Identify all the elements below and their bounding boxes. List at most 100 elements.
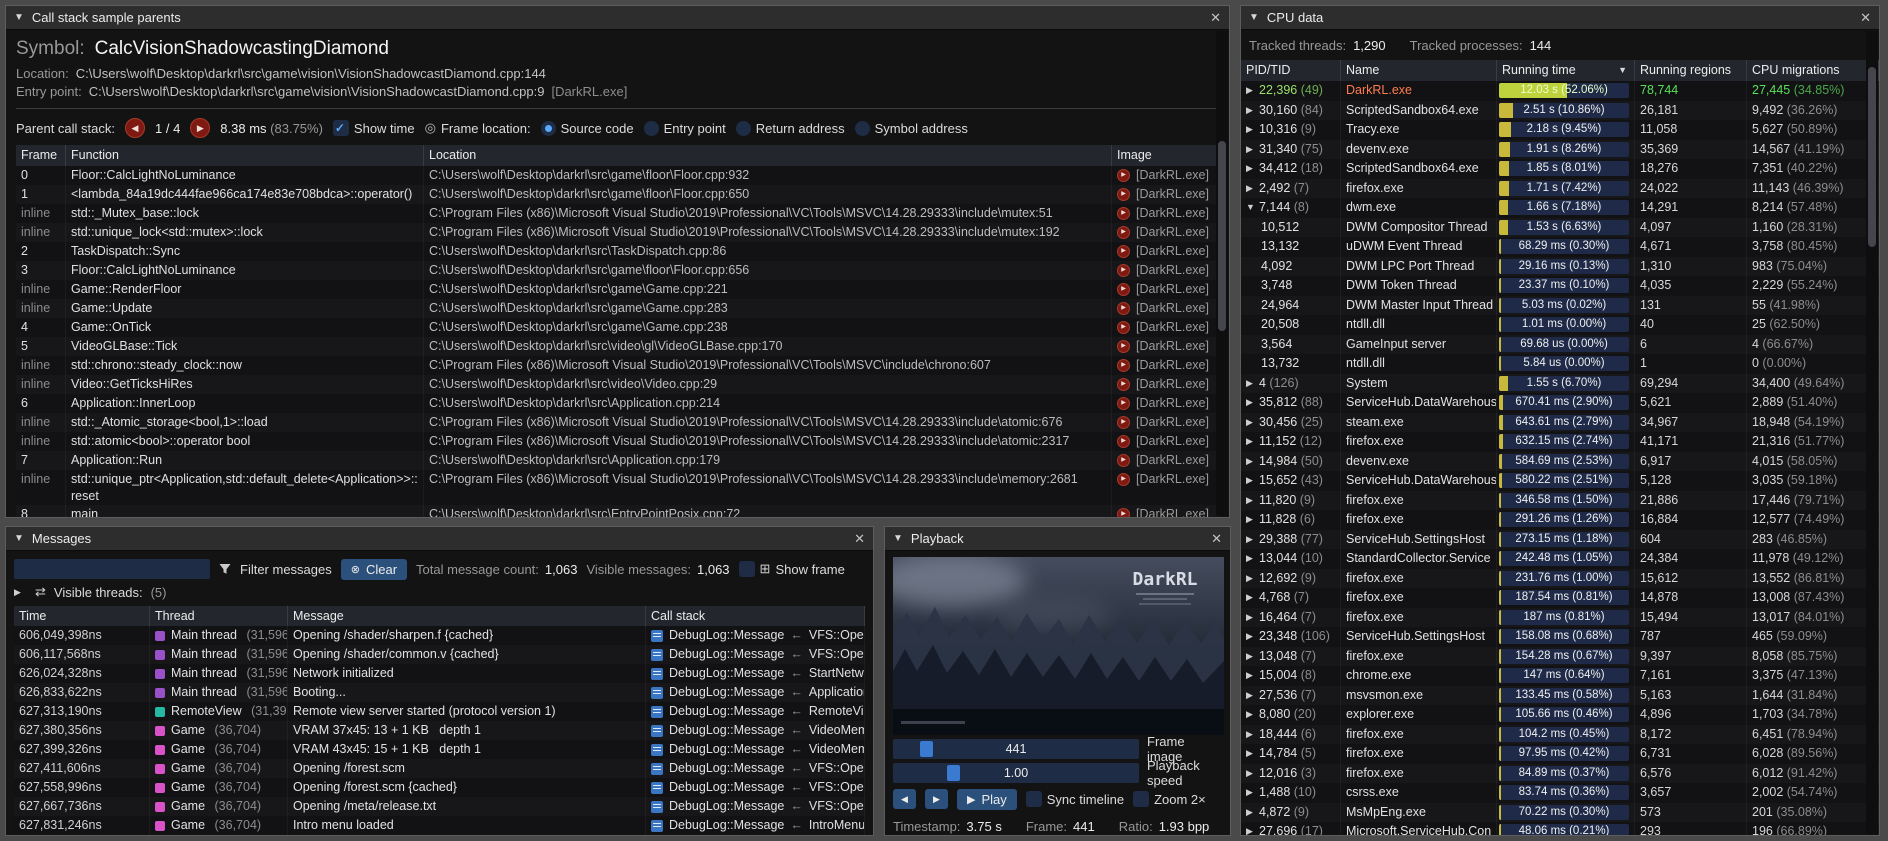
callstack-frame-row[interactable]: 7Application::RunC:\Users\wolf\Desktop\d… [16, 451, 1219, 470]
cpu-titlebar[interactable]: ▼ CPU data ✕ [1241, 6, 1879, 30]
playback-speed-slider[interactable]: 1.00 [893, 763, 1139, 783]
goto-frame-button[interactable]: ▶ [1117, 169, 1130, 182]
expand-arrow-icon[interactable]: ▶ [1246, 81, 1259, 101]
col-running-time[interactable]: Running time ▼ [1497, 60, 1635, 81]
col-running-regions[interactable]: Running regions [1635, 60, 1747, 81]
cpu-row[interactable]: ▶10,316 (9)Tracy.exe2.18 s (9.45%)11,058… [1241, 120, 1879, 140]
goto-frame-button[interactable]: ▶ [1117, 302, 1130, 315]
playback-titlebar[interactable]: ▼ Playback ✕ [885, 527, 1230, 551]
message-callstack[interactable]: DebugLog::Message←RemoteVie [646, 702, 865, 721]
expand-arrow-icon[interactable]: ▶ [1246, 374, 1259, 394]
expand-arrow-icon[interactable]: ▶ [1246, 608, 1259, 628]
cpu-row[interactable]: ▶12,016 (3)firefox.exe84.89 ms (0.37%)6,… [1241, 764, 1879, 784]
goto-frame-button[interactable]: ▶ [1117, 397, 1130, 410]
message-row[interactable]: 627,558,996nsGame (36,704)Opening /fores… [14, 778, 865, 797]
goto-frame-button[interactable]: ▶ [1117, 454, 1130, 467]
callstack-frame-row[interactable]: inlinestd::_Atomic_storage<bool,1>::load… [16, 413, 1219, 432]
goto-frame-button[interactable]: ▶ [1117, 508, 1130, 517]
callstack-frame-row[interactable]: 6Application::InnerLoopC:\Users\wolf\Des… [16, 394, 1219, 413]
message-callstack[interactable]: DebugLog::Message←VFS::Open [646, 759, 865, 778]
callstack-frame-row[interactable]: 8mainC:\Users\wolf\Desktop\darkrl\src\En… [16, 505, 1219, 517]
expand-arrow-icon[interactable]: ▶ [1246, 510, 1259, 530]
callstack-frame-row[interactable]: 5VideoGLBase::TickC:\Users\wolf\Desktop\… [16, 337, 1219, 356]
callstack-icon[interactable] [651, 725, 663, 737]
expand-arrow-icon[interactable]: ▶ [1246, 588, 1259, 608]
goto-frame-button[interactable]: ▶ [1117, 473, 1130, 486]
callstack-frame-row[interactable]: inlineGame::RenderFloorC:\Users\wolf\Des… [16, 280, 1219, 299]
radio-symbol-address-dot[interactable] [855, 121, 870, 136]
expand-arrow-icon[interactable]: ▶ [1246, 120, 1259, 140]
expand-arrow-icon[interactable]: ▶ [1246, 471, 1259, 491]
callstack-icon[interactable] [651, 801, 663, 813]
radio-return-address[interactable]: Return address [736, 121, 845, 136]
step-forward-button[interactable]: ▶ [925, 789, 948, 809]
cpu-row[interactable]: ▶4,768 (7)firefox.exe187.54 ms (0.81%)14… [1241, 588, 1879, 608]
message-callstack[interactable]: DebugLog::Message←VFS::Open [646, 645, 865, 664]
cpu-row[interactable]: ▶2,492 (7)firefox.exe1.71 s (7.42%)24,02… [1241, 179, 1879, 199]
close-icon[interactable]: ✕ [1211, 531, 1222, 547]
callstack-frame-row[interactable]: inlinestd::unique_ptr<Application,std::d… [16, 470, 1219, 505]
message-row[interactable]: 627,411,606nsGame (36,704)Opening /fores… [14, 759, 865, 778]
filter-messages-label[interactable]: Filter messages [240, 562, 332, 577]
message-row[interactable]: 606,117,568nsMain thread (31,596)Opening… [14, 645, 865, 664]
cpu-row[interactable]: 3,564GameInput server69.68 us (0.00%)64 … [1241, 335, 1879, 355]
cpu-row[interactable]: ▶8,080 (20)explorer.exe105.66 ms (0.46%)… [1241, 705, 1879, 725]
show-time-checkbox[interactable] [333, 120, 349, 136]
sort-arrow-icon[interactable]: ▼ [1618, 60, 1629, 81]
expand-arrow-icon[interactable]: ▶ [1246, 452, 1259, 472]
message-filter-input[interactable] [14, 559, 210, 579]
goto-frame-button[interactable]: ▶ [1117, 226, 1130, 239]
col-time[interactable]: Time [14, 606, 150, 626]
cpu-row[interactable]: ▶30,456 (25)steam.exe643.61 ms (2.79%)34… [1241, 413, 1879, 433]
cpu-row[interactable]: ▶35,812 (88)ServiceHub.DataWarehouse670.… [1241, 393, 1879, 413]
callstack-titlebar[interactable]: ▼ Call stack sample parents ✕ [6, 6, 1229, 30]
message-row[interactable]: 626,833,622nsMain thread (31,596)Booting… [14, 683, 865, 702]
message-row[interactable]: 606,049,398nsMain thread (31,596)Opening… [14, 626, 865, 645]
cpu-row[interactable]: ▶30,160 (84)ScriptedSandbox64.exe2.51 s … [1241, 101, 1879, 121]
play-button[interactable]: ▶ Play [957, 789, 1017, 810]
goto-frame-button[interactable]: ▶ [1117, 340, 1130, 353]
cpu-row[interactable]: ▶15,652 (43)ServiceHub.DataWarehouse580.… [1241, 471, 1879, 491]
expand-arrow-icon[interactable]: ▶ [1246, 530, 1259, 550]
callstack-icon[interactable] [651, 763, 663, 775]
col-pid-tid[interactable]: PID/TID [1241, 60, 1341, 81]
expand-arrow-icon[interactable]: ▶ [1246, 666, 1259, 686]
scrollbar-thumb[interactable] [1868, 67, 1876, 247]
messages-titlebar[interactable]: ▼ Messages ✕ [6, 527, 873, 551]
goto-frame-button[interactable]: ▶ [1117, 245, 1130, 258]
cpu-row[interactable]: 4,092DWM LPC Port Thread29.16 ms (0.13%)… [1241, 257, 1879, 277]
cpu-row[interactable]: 10,512DWM Compositor Thread1.53 s (6.63%… [1241, 218, 1879, 238]
expand-arrow-icon[interactable]: ▶ [1246, 686, 1259, 706]
cpu-row[interactable]: ▶27,696 (17)Microsoft.ServiceHub.Con48.0… [1241, 822, 1879, 835]
callstack-frame-row[interactable]: inlinestd::atomic<bool>::operator boolC:… [16, 432, 1219, 451]
message-callstack[interactable]: DebugLog::Message←Application: [646, 683, 865, 702]
cpu-row[interactable]: ▶22,396 (49)DarkRL.exe12.03 s (52.06%)78… [1241, 81, 1879, 101]
col-location[interactable]: Location [424, 145, 1112, 166]
show-frame-checkbox[interactable] [739, 561, 755, 577]
message-row[interactable]: 627,831,246nsGame (36,704)Intro menu loa… [14, 816, 865, 835]
callstack-frame-row[interactable]: 4Game::OnTickC:\Users\wolf\Desktop\darkr… [16, 318, 1219, 337]
expand-arrow-icon[interactable]: ▶ [1246, 764, 1259, 784]
collapse-icon[interactable]: ▼ [14, 12, 24, 23]
cpu-row[interactable]: ▶4 (126)System1.55 s (6.70%)69,29434,400… [1241, 374, 1879, 394]
cpu-row[interactable]: ▶11,820 (9)firefox.exe346.58 ms (1.50%)2… [1241, 491, 1879, 511]
sync-timeline-checkbox[interactable] [1026, 791, 1042, 807]
expand-arrow-icon[interactable]: ▶ [1246, 705, 1259, 725]
cpu-row[interactable]: ▶1,488 (10)csrss.exe83.74 ms (0.36%)3,65… [1241, 783, 1879, 803]
expand-arrow-icon[interactable]: ▶ [1246, 783, 1259, 803]
expand-arrow-icon[interactable]: ▶ [1246, 725, 1259, 745]
goto-frame-button[interactable]: ▶ [1117, 435, 1130, 448]
cpu-row[interactable]: 24,964DWM Master Input Thread5.03 ms (0.… [1241, 296, 1879, 316]
collapse-icon[interactable]: ▼ [14, 533, 24, 544]
callstack-frame-row[interactable]: inlinestd::unique_lock<std::mutex>::lock… [16, 223, 1219, 242]
expand-arrow-icon[interactable]: ▶ [1246, 803, 1259, 823]
goto-frame-button[interactable]: ▶ [1117, 321, 1130, 334]
step-back-button[interactable]: ◀ [893, 789, 916, 809]
cpu-row[interactable]: ▶13,048 (7)firefox.exe154.28 ms (0.67%)9… [1241, 647, 1879, 667]
radio-source-code[interactable]: Source code [541, 121, 634, 136]
expand-arrow-icon[interactable]: ▶ [1246, 744, 1259, 764]
callstack-table-header[interactable]: Frame Function Location Image [16, 145, 1219, 166]
radio-return-address-dot[interactable] [736, 121, 751, 136]
cpu-row[interactable]: 20,508ntdll.dll1.01 ms (0.00%)4025 (62.5… [1241, 315, 1879, 335]
cpu-row[interactable]: 13,132uDWM Event Thread68.29 ms (0.30%)4… [1241, 237, 1879, 257]
